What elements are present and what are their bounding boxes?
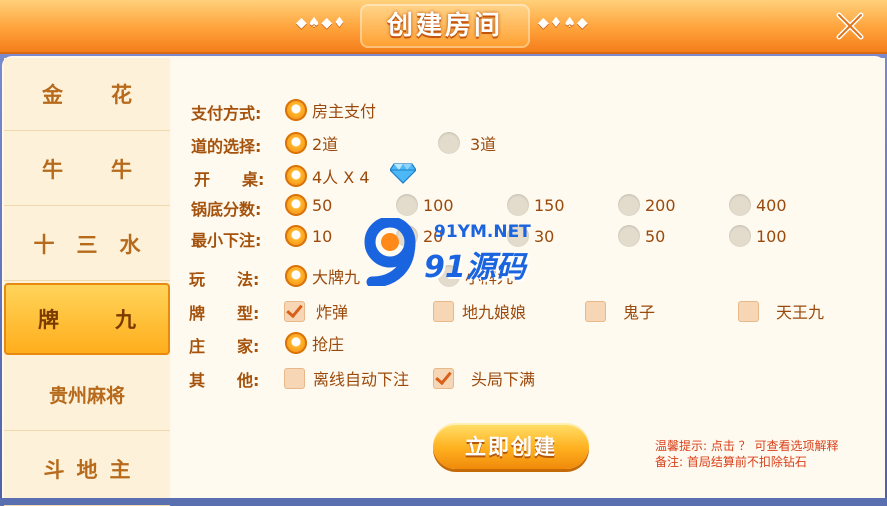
option-text: 抢庄	[312, 335, 345, 354]
base-score-option-100[interactable]: 100	[396, 194, 454, 216]
radio-selected-icon	[285, 332, 307, 354]
sidebar-item-jinhua[interactable]: 金花	[4, 58, 170, 131]
sidebar-item-label: 斗地主	[43, 458, 143, 482]
radio-icon	[507, 194, 529, 216]
option-text: 炸弹	[316, 303, 349, 322]
radio-selected-icon	[285, 99, 307, 121]
option-text: 2道	[312, 135, 339, 154]
route-option-3[interactable]: 3道	[438, 131, 496, 155]
option-text: 地九娘娘	[462, 303, 527, 322]
checkbox-icon	[284, 367, 305, 389]
option-text: 天王九	[776, 303, 825, 322]
other-option-first-full[interactable]: 头局下满	[433, 366, 535, 390]
checkbox-icon	[585, 300, 606, 322]
option-text: 150	[534, 195, 565, 215]
checkbox-checked-icon	[433, 367, 454, 389]
sidebar-item-shisanshui[interactable]: 十三水	[4, 208, 170, 281]
sidebar-item-label: 贵州麻将	[48, 384, 125, 407]
option-text: 10	[312, 226, 333, 246]
logo-9-icon	[364, 218, 416, 286]
option-text: 大牌九	[312, 268, 361, 287]
radio-icon	[618, 194, 640, 216]
radio-selected-icon	[285, 225, 307, 247]
sidebar-item-label: 金花	[42, 83, 180, 107]
close-button[interactable]	[820, 4, 880, 48]
radio-selected-icon	[285, 194, 307, 216]
right-ornament: ◆♦♠◆	[538, 15, 589, 31]
option-text: 400	[756, 195, 787, 215]
base-score-option-200[interactable]: 200	[618, 194, 676, 216]
watermark-url: 91YM.NET	[434, 222, 531, 242]
option-text: 50	[645, 226, 666, 246]
sidebar-item-guizhou-mahjong[interactable]: 贵州麻将	[4, 358, 170, 431]
route-label: 道的选择:	[191, 137, 262, 156]
game-sidebar: 金花 牛牛 十三水 牌九 贵州麻将 斗地主	[4, 58, 170, 506]
card-type-option-dijiu[interactable]: 地九娘娘	[433, 299, 526, 323]
base-score-option-150[interactable]: 150	[507, 194, 565, 216]
radio-icon	[396, 194, 418, 216]
option-text: 4人 X 4	[312, 168, 370, 187]
checkbox-icon	[738, 300, 759, 322]
base-score-option-50[interactable]: 50	[285, 194, 332, 216]
payment-label: 支付方式:	[191, 104, 262, 123]
option-text: 房主支付	[312, 102, 377, 121]
close-icon	[836, 12, 864, 40]
card-type-option-bomb[interactable]: 炸弹	[284, 299, 348, 323]
checkbox-checked-icon	[284, 300, 305, 322]
create-room-button[interactable]: 立即创建	[433, 423, 589, 469]
diamond-icon	[390, 163, 416, 184]
radio-selected-icon	[285, 265, 307, 287]
table-label: 开 桌:	[194, 170, 265, 189]
min-bet-option-100[interactable]: 100	[729, 225, 787, 247]
option-text: 100	[756, 226, 787, 246]
other-label: 其 他:	[189, 371, 260, 390]
min-bet-option-50[interactable]: 50	[618, 225, 665, 247]
radio-selected-icon	[285, 165, 307, 187]
dealer-option-grab[interactable]: 抢庄	[285, 331, 344, 355]
option-text: 3道	[470, 135, 497, 154]
base-score-option-400[interactable]: 400	[729, 194, 787, 216]
radio-icon	[729, 225, 751, 247]
sidebar-item-label: 十三水	[33, 233, 163, 257]
play-option-big[interactable]: 大牌九	[285, 264, 360, 288]
checkbox-icon	[433, 300, 454, 322]
sidebar-item-label: 牌九	[38, 308, 192, 332]
radio-icon	[729, 194, 751, 216]
watermark-brand: 91源码	[424, 250, 526, 285]
radio-icon	[438, 132, 460, 154]
left-ornament: ◆♠◆♦	[296, 15, 347, 31]
option-text: 100	[423, 195, 454, 215]
radio-icon	[618, 225, 640, 247]
min-bet-option-10[interactable]: 10	[285, 225, 332, 247]
sidebar-item-niuniu[interactable]: 牛牛	[4, 133, 170, 206]
page-title: 创建房间	[386, 11, 503, 41]
card-type-label: 牌 型:	[189, 304, 260, 323]
hint-text: 温馨提示: 点击 ？ 可查看选项解释	[655, 439, 839, 453]
dealer-label: 庄 家:	[189, 337, 260, 356]
route-option-2[interactable]: 2道	[285, 131, 338, 155]
base-score-label: 锅底分数:	[191, 200, 262, 219]
other-option-auto-bet[interactable]: 离线自动下注	[284, 366, 409, 390]
sidebar-item-label: 牛牛	[42, 158, 180, 182]
option-text: 200	[645, 195, 676, 215]
card-type-option-guizi[interactable]: 鬼子	[585, 299, 655, 323]
table-option-4x4[interactable]: 4人 X 4	[285, 164, 370, 188]
option-text: 50	[312, 195, 333, 215]
min-bet-label: 最小下注:	[191, 231, 262, 250]
radio-selected-icon	[285, 132, 307, 154]
payment-option-owner[interactable]: 房主支付	[285, 98, 376, 122]
watermark-logo: 91YM.NET 91源码	[358, 218, 538, 286]
play-label: 玩 法:	[189, 270, 260, 289]
note-text: 备注: 首局结算前不扣除钻石	[655, 455, 807, 469]
sidebar-item-doudizhu[interactable]: 斗地主	[4, 433, 170, 506]
option-text: 鬼子	[623, 303, 656, 322]
sidebar-item-paijiu[interactable]: 牌九	[4, 283, 170, 355]
header-bar: ◆♠◆♦ 创建房间 ◆♦♠◆	[0, 0, 887, 54]
option-text: 离线自动下注	[313, 370, 410, 389]
card-type-option-tianwang[interactable]: 天王九	[738, 299, 824, 323]
option-text: 头局下满	[471, 370, 536, 389]
